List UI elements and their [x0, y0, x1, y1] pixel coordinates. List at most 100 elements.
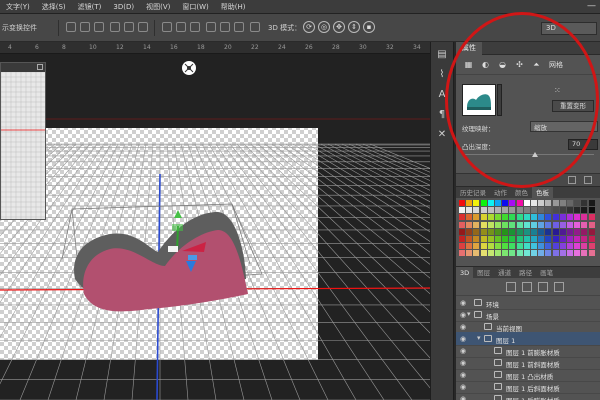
workspace-select[interactable]: 3D — [541, 22, 597, 35]
color-swatch[interactable] — [466, 200, 473, 206]
color-swatch[interactable] — [509, 228, 516, 235]
color-swatch[interactable] — [516, 200, 523, 206]
color-swatch[interactable] — [480, 207, 487, 214]
lights-filter-icon[interactable] — [554, 282, 564, 292]
color-swatch[interactable] — [502, 214, 509, 221]
color-swatch[interactable] — [480, 250, 487, 257]
color-swatch[interactable] — [559, 207, 566, 214]
color-swatch[interactable] — [581, 236, 588, 242]
color-swatch[interactable] — [516, 228, 523, 235]
color-swatch[interactable] — [531, 243, 537, 250]
color-swatch[interactable] — [502, 250, 509, 257]
color-swatch[interactable] — [516, 221, 523, 228]
color-swatch[interactable] — [588, 207, 595, 214]
collapse-icon[interactable] — [37, 64, 43, 70]
color-swatch[interactable] — [567, 228, 573, 235]
color-swatch[interactable] — [509, 236, 516, 242]
color-swatch[interactable] — [487, 207, 494, 214]
menu-item[interactable]: 窗口(W) — [176, 2, 214, 12]
color-swatch[interactable] — [581, 228, 588, 235]
color-swatch[interactable] — [459, 243, 465, 250]
color-swatch[interactable] — [487, 200, 494, 206]
color-swatch[interactable] — [552, 200, 559, 206]
color-swatch[interactable] — [559, 243, 566, 250]
color-swatch[interactable] — [523, 200, 530, 206]
color-swatch[interactable] — [531, 236, 537, 242]
color-swatch[interactable] — [502, 236, 509, 242]
color-swatch[interactable] — [459, 228, 465, 235]
color-swatch[interactable] — [545, 228, 552, 235]
color-swatch[interactable] — [502, 243, 509, 250]
visibility-eye-icon[interactable]: ◉ — [460, 347, 466, 355]
color-swatch[interactable] — [538, 214, 545, 221]
slider-thumb[interactable] — [532, 152, 538, 157]
visibility-eye-icon[interactable]: ◉ — [460, 359, 466, 367]
menu-item[interactable]: 帮助(H) — [215, 2, 252, 12]
history-icon[interactable]: ▤ — [435, 48, 449, 62]
color-swatch[interactable] — [538, 207, 545, 214]
scale-3d-icon[interactable]: ▪ — [363, 21, 375, 33]
color-swatch[interactable] — [466, 243, 473, 250]
extrusion-preset-thumbnail[interactable] — [462, 84, 496, 116]
color-swatch[interactable] — [552, 207, 559, 214]
color-swatch[interactable] — [466, 207, 473, 214]
brush-panel-icon[interactable]: ⌇ — [435, 68, 449, 82]
color-swatch[interactable] — [487, 228, 494, 235]
distribute-top-icon[interactable] — [162, 22, 172, 32]
color-swatch[interactable] — [459, 236, 465, 242]
mesh-icon[interactable]: ▦ — [464, 60, 473, 69]
color-swatch[interactable] — [516, 243, 523, 250]
color-swatch[interactable] — [459, 214, 465, 221]
color-swatch[interactable] — [588, 250, 595, 257]
color-swatch[interactable] — [480, 221, 487, 228]
color-swatch[interactable] — [588, 243, 595, 250]
color-swatch[interactable] — [559, 200, 566, 206]
swatch-panel-tab[interactable]: 动作 — [490, 187, 511, 199]
color-swatch[interactable] — [581, 214, 588, 221]
color-swatch[interactable] — [523, 228, 530, 235]
color-swatch[interactable] — [567, 200, 573, 206]
swatch-grid[interactable] — [459, 200, 597, 260]
visibility-eye-icon[interactable]: ◉ — [460, 299, 466, 307]
color-swatch[interactable] — [487, 236, 494, 242]
menu-item[interactable]: 滤镜(T) — [72, 2, 108, 12]
layers-panel-tab[interactable]: 3D — [456, 266, 474, 279]
color-swatch[interactable] — [538, 236, 545, 242]
color-swatch[interactable] — [480, 243, 487, 250]
layers-panel-tab[interactable]: 通道 — [494, 267, 515, 279]
texture-map-select[interactable]: 缩放 — [530, 121, 598, 132]
color-swatch[interactable] — [574, 200, 581, 206]
color-swatch[interactable] — [487, 243, 494, 250]
coordinates-icon[interactable]: ✣ — [515, 60, 524, 69]
color-swatch[interactable] — [588, 236, 595, 242]
color-swatch[interactable] — [559, 250, 566, 257]
color-swatch[interactable] — [531, 214, 537, 221]
color-swatch[interactable] — [552, 228, 559, 235]
color-swatch[interactable] — [574, 236, 581, 242]
color-swatch[interactable] — [545, 250, 552, 257]
extrusion-depth-input[interactable]: 70 — [568, 139, 598, 150]
color-swatch[interactable] — [567, 207, 573, 214]
color-swatch[interactable] — [473, 250, 480, 257]
swatch-panel-tab[interactable]: 色板 — [532, 186, 553, 199]
color-swatch[interactable] — [516, 214, 523, 221]
color-swatch[interactable] — [466, 228, 473, 235]
3d-scene-viewport[interactable] — [0, 54, 430, 400]
visibility-eye-icon[interactable]: ◉ — [460, 311, 466, 319]
menu-item[interactable]: 视图(V) — [140, 2, 176, 12]
meshes-filter-icon[interactable] — [522, 282, 532, 292]
color-swatch[interactable] — [581, 200, 588, 206]
color-swatch[interactable] — [495, 214, 501, 221]
color-swatch[interactable] — [459, 200, 465, 206]
color-swatch[interactable] — [473, 214, 480, 221]
color-swatch[interactable] — [545, 243, 552, 250]
auto-align-icon[interactable] — [250, 22, 260, 32]
color-swatch[interactable] — [495, 221, 501, 228]
color-swatch[interactable] — [473, 200, 480, 206]
color-swatch[interactable] — [531, 250, 537, 257]
visibility-eye-icon[interactable]: ◉ — [460, 323, 466, 331]
color-swatch[interactable] — [552, 236, 559, 242]
distribute-vcenter-icon[interactable] — [176, 22, 186, 32]
color-swatch[interactable] — [509, 214, 516, 221]
expand-toggle-icon[interactable]: ▾ — [477, 334, 481, 342]
